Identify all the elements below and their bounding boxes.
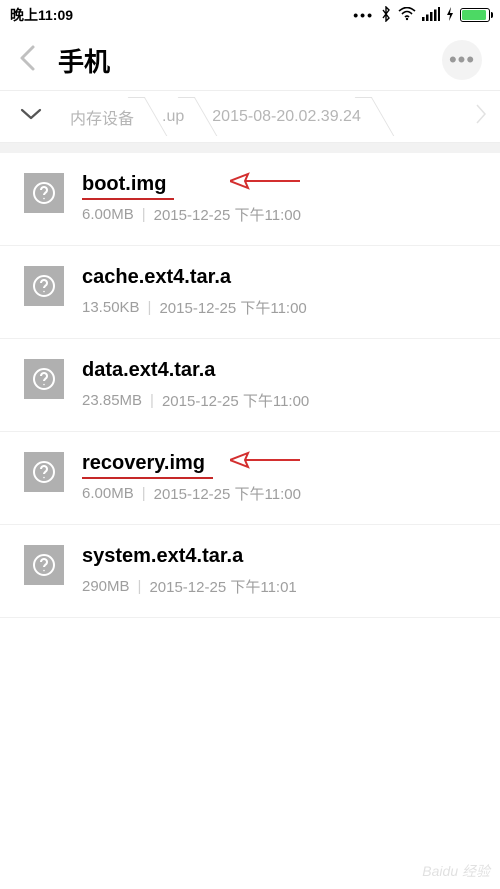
file-name: boot.img [82, 173, 166, 196]
file-meta: 6.00MB|2015-12-25 下午11:00 [82, 483, 482, 504]
signal-icon [422, 7, 440, 24]
file-meta: 6.00MB|2015-12-25 下午11:00 [82, 204, 482, 225]
file-date: 2015-12-25 下午11:00 [154, 204, 301, 225]
file-size: 23.85MB [82, 392, 142, 409]
breadcrumb-item-0[interactable]: 内存设备 [56, 91, 148, 142]
file-info: cache.ext4.tar.a 13.50KB|2015-12-25 下午11:… [82, 266, 482, 318]
more-button[interactable]: ••• [442, 40, 482, 80]
file-meta: 13.50KB|2015-12-25 下午11:00 [82, 297, 482, 318]
annotation-arrow-icon [230, 450, 300, 470]
file-date: 2015-12-25 下午11:01 [149, 576, 296, 597]
unknown-file-icon [24, 452, 64, 492]
file-item[interactable]: system.ext4.tar.a 290MB|2015-12-25 下午11:0… [0, 525, 500, 618]
more-dots-icon: ••• [353, 7, 374, 23]
chevron-down-icon [19, 107, 43, 121]
file-list: boot.img 6.00MB|2015-12-25 下午11:00 cache.e… [0, 142, 500, 618]
back-button[interactable] [18, 44, 58, 77]
breadcrumb: 内存设备 .up 2015-08-20.02.39.24 [0, 90, 500, 142]
file-item[interactable]: recovery.img 6.00MB|2015-12-25 下午11:00 [0, 432, 500, 525]
file-name: system.ext4.tar.a [82, 545, 243, 568]
charging-icon [446, 7, 454, 24]
unknown-file-icon [24, 173, 64, 213]
file-name: data.ext4.tar.a [82, 359, 215, 382]
file-date: 2015-12-25 下午11:00 [154, 483, 301, 504]
breadcrumb-item-2[interactable]: 2015-08-20.02.39.24 [198, 91, 375, 142]
file-item[interactable]: boot.img 6.00MB|2015-12-25 下午11:00 [0, 153, 500, 246]
breadcrumb-item-1[interactable]: .up [148, 91, 198, 142]
status-time: 晚上11:09 [10, 5, 73, 25]
file-name: recovery.img [82, 452, 205, 475]
breadcrumb-scroll-right[interactable] [474, 100, 494, 133]
file-info: data.ext4.tar.a 23.85MB|2015-12-25 下午11:0… [82, 359, 482, 411]
watermark: Baidu 经验 [422, 861, 490, 881]
file-size: 13.50KB [82, 299, 140, 316]
file-info: system.ext4.tar.a 290MB|2015-12-25 下午11:0… [82, 545, 482, 597]
file-item[interactable]: cache.ext4.tar.a 13.50KB|2015-12-25 下午11:… [0, 246, 500, 339]
file-size: 6.00MB [82, 206, 134, 223]
file-item[interactable]: data.ext4.tar.a 23.85MB|2015-12-25 下午11:0… [0, 339, 500, 432]
unknown-file-icon [24, 545, 64, 585]
chevron-right-icon [474, 100, 488, 128]
more-horizontal-icon: ••• [449, 47, 475, 73]
page-title: 手机 [58, 42, 442, 79]
file-size: 290MB [82, 578, 130, 595]
annotation-arrow-icon [230, 171, 300, 191]
file-date: 2015-12-25 下午11:00 [159, 297, 306, 318]
wifi-icon [398, 7, 416, 24]
file-size: 6.00MB [82, 485, 134, 502]
status-icons: ••• [353, 6, 490, 25]
battery-icon [460, 8, 490, 22]
file-name: cache.ext4.tar.a [82, 266, 231, 289]
unknown-file-icon [24, 266, 64, 306]
file-meta: 23.85MB|2015-12-25 下午11:00 [82, 390, 482, 411]
breadcrumb-dropdown[interactable] [6, 107, 56, 126]
status-bar: 晚上11:09 ••• [0, 0, 500, 30]
file-date: 2015-12-25 下午11:00 [162, 390, 309, 411]
unknown-file-icon [24, 359, 64, 399]
bluetooth-icon [380, 6, 392, 25]
title-bar: 手机 ••• [0, 30, 500, 90]
file-meta: 290MB|2015-12-25 下午11:01 [82, 576, 482, 597]
